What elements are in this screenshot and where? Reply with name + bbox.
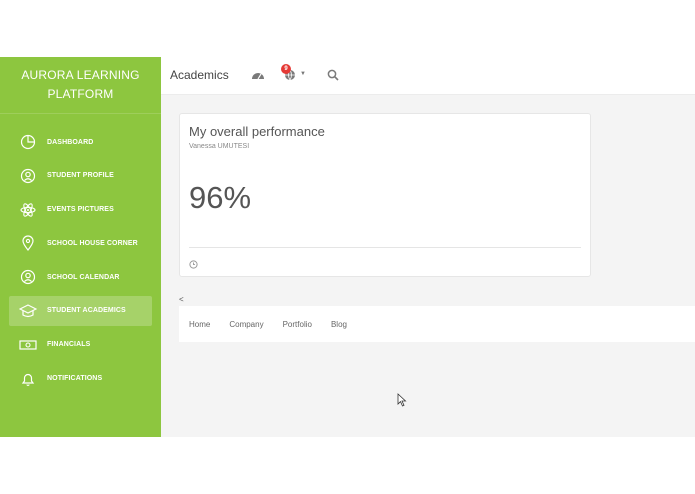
user-circle-icon	[18, 166, 38, 186]
sidebar-item-label: EVENTS PICTURES	[47, 206, 114, 214]
sidebar: AURORA LEARNING PLATFORM DASHBOARD STUDE…	[0, 57, 161, 437]
sidebar-item-notifications[interactable]: NOTIFICATIONS	[9, 364, 152, 394]
top-bar: Academics 9 ▼	[161, 57, 695, 95]
notification-badge: 9	[281, 64, 291, 74]
sidebar-item-dashboard[interactable]: DASHBOARD	[9, 127, 152, 157]
footer-link-portfolio[interactable]: Portfolio	[283, 320, 312, 329]
card-divider	[189, 247, 581, 248]
map-pin-icon	[18, 233, 38, 253]
performance-card: My overall performance Vanessa UMUTESI 9…	[179, 113, 591, 277]
sidebar-item-student-academics[interactable]: STUDENT ACADEMICS	[9, 295, 152, 326]
footer-link-company[interactable]: Company	[229, 320, 263, 329]
sidebar-item-label: STUDENT PROFILE	[47, 172, 114, 180]
footer-nav: Home Company Portfolio Blog	[179, 306, 695, 342]
brand-line-1: AURORA LEARNING	[21, 68, 140, 82]
pie-chart-icon	[18, 132, 38, 152]
sidebar-item-school-calendar[interactable]: SCHOOL CALENDAR	[9, 262, 152, 292]
sidebar-item-label: NOTIFICATIONS	[47, 375, 103, 383]
sidebar-item-label: FINANCIALS	[47, 341, 91, 349]
card-title: My overall performance	[189, 124, 325, 139]
collapse-toggle[interactable]: <	[179, 295, 184, 304]
search-icon[interactable]	[326, 68, 340, 82]
page-title: Academics	[170, 68, 229, 82]
sidebar-item-financials[interactable]: FINANCIALS	[9, 330, 152, 360]
sidebar-item-label: DASHBOARD	[47, 138, 94, 146]
brand-line-2: PLATFORM	[47, 87, 114, 101]
sidebar-item-student-profile[interactable]: STUDENT PROFILE	[9, 161, 152, 191]
user-circle-icon	[18, 267, 38, 287]
money-icon	[18, 335, 38, 355]
sidebar-item-label: SCHOOL HOUSE CORNER	[47, 239, 138, 247]
sidebar-item-school-house-corner[interactable]: SCHOOL HOUSE CORNER	[9, 228, 152, 258]
chevron-down-icon[interactable]: ▼	[300, 71, 306, 77]
bell-icon	[18, 369, 38, 389]
dashboard-gauge-icon[interactable]	[251, 68, 265, 82]
performance-value: 96%	[189, 180, 252, 215]
footer-link-home[interactable]: Home	[189, 320, 210, 329]
sidebar-item-events-pictures[interactable]: EVENTS PICTURES	[9, 195, 152, 225]
footer-link-blog[interactable]: Blog	[331, 320, 347, 329]
app-shell: AURORA LEARNING PLATFORM DASHBOARD STUDE…	[0, 57, 695, 437]
clock-icon	[189, 256, 199, 269]
mouse-pointer-icon	[397, 393, 407, 407]
sidebar-nav: DASHBOARD STUDENT PROFILE EVENTS PICTURE…	[0, 127, 161, 397]
graduation-cap-icon	[18, 301, 38, 321]
sidebar-item-label: STUDENT ACADEMICS	[47, 307, 126, 315]
sidebar-item-label: SCHOOL CALENDAR	[47, 273, 120, 281]
brand-logo[interactable]: AURORA LEARNING PLATFORM	[0, 57, 161, 114]
student-name: Vanessa UMUTESI	[189, 143, 250, 150]
atom-icon	[18, 200, 38, 220]
